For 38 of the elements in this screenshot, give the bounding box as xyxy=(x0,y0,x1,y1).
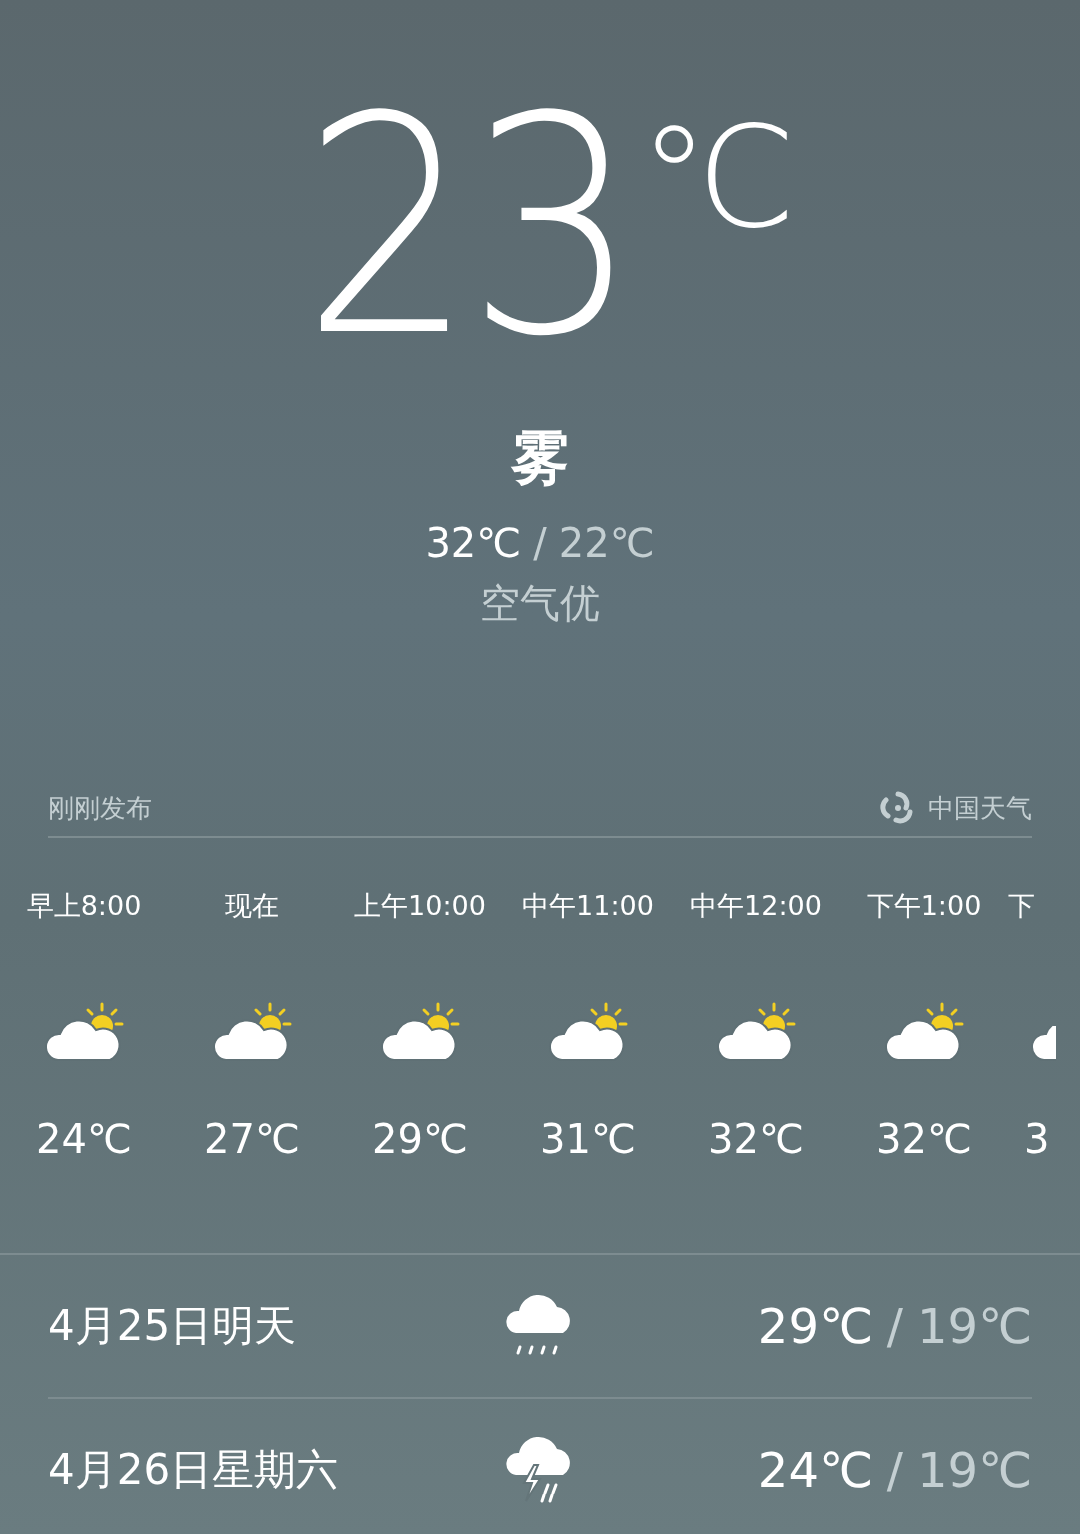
hour-temperature: 27℃ xyxy=(204,1116,300,1162)
hour-time: 下 xyxy=(1008,889,1035,923)
day-date: 4月26日星期六 xyxy=(48,1444,340,1496)
partly-cloudy-icon xyxy=(548,1000,628,1062)
hour-time: 中午12:00 xyxy=(690,889,822,923)
separator: / xyxy=(886,1442,903,1498)
partly-cloudy-icon xyxy=(212,1000,292,1062)
hour-time: 上午10:00 xyxy=(354,889,486,923)
day-low: 19℃ xyxy=(917,1298,1032,1354)
provider-name: 中国天气 xyxy=(928,791,1032,825)
partly-cloudy-icon xyxy=(44,1000,124,1062)
partly-cloudy-icon xyxy=(380,1000,460,1062)
low-temperature: 22℃ xyxy=(558,520,655,566)
partly-cloudy-icon xyxy=(884,1000,964,1062)
published-time: 刚刚发布 xyxy=(48,791,152,825)
day-high: 24℃ xyxy=(757,1442,873,1498)
partly-cloudy-icon xyxy=(716,1000,796,1062)
temperature-unit: ℃ xyxy=(639,108,797,261)
partly-cloudy-icon xyxy=(1030,1026,1056,1062)
current-temperature: 23 xyxy=(301,78,631,378)
hour-time: 早上8:00 xyxy=(26,889,142,923)
hour-time: 中午11:00 xyxy=(522,889,654,923)
hour-temperature: 24℃ xyxy=(36,1116,132,1162)
hour-temperature: 32℃ xyxy=(876,1116,972,1162)
hour-time: 下午1:00 xyxy=(866,889,982,923)
hour-temperature: 29℃ xyxy=(372,1116,468,1162)
weather-condition: 雾 xyxy=(510,423,570,494)
day-date: 4月25日明天 xyxy=(48,1300,298,1352)
air-quality: 空气优 xyxy=(479,579,601,628)
high-temperature: 32℃ xyxy=(425,520,522,566)
hour-temperature: 32℃ xyxy=(708,1116,804,1162)
hour-temperature: 3 xyxy=(1023,1116,1050,1162)
separator: / xyxy=(533,520,547,566)
separator: / xyxy=(886,1298,903,1354)
hour-time: 现在 xyxy=(225,889,279,923)
hour-temperature: 31℃ xyxy=(540,1116,636,1162)
day-low: 19℃ xyxy=(917,1442,1032,1498)
day-high: 29℃ xyxy=(757,1298,873,1354)
